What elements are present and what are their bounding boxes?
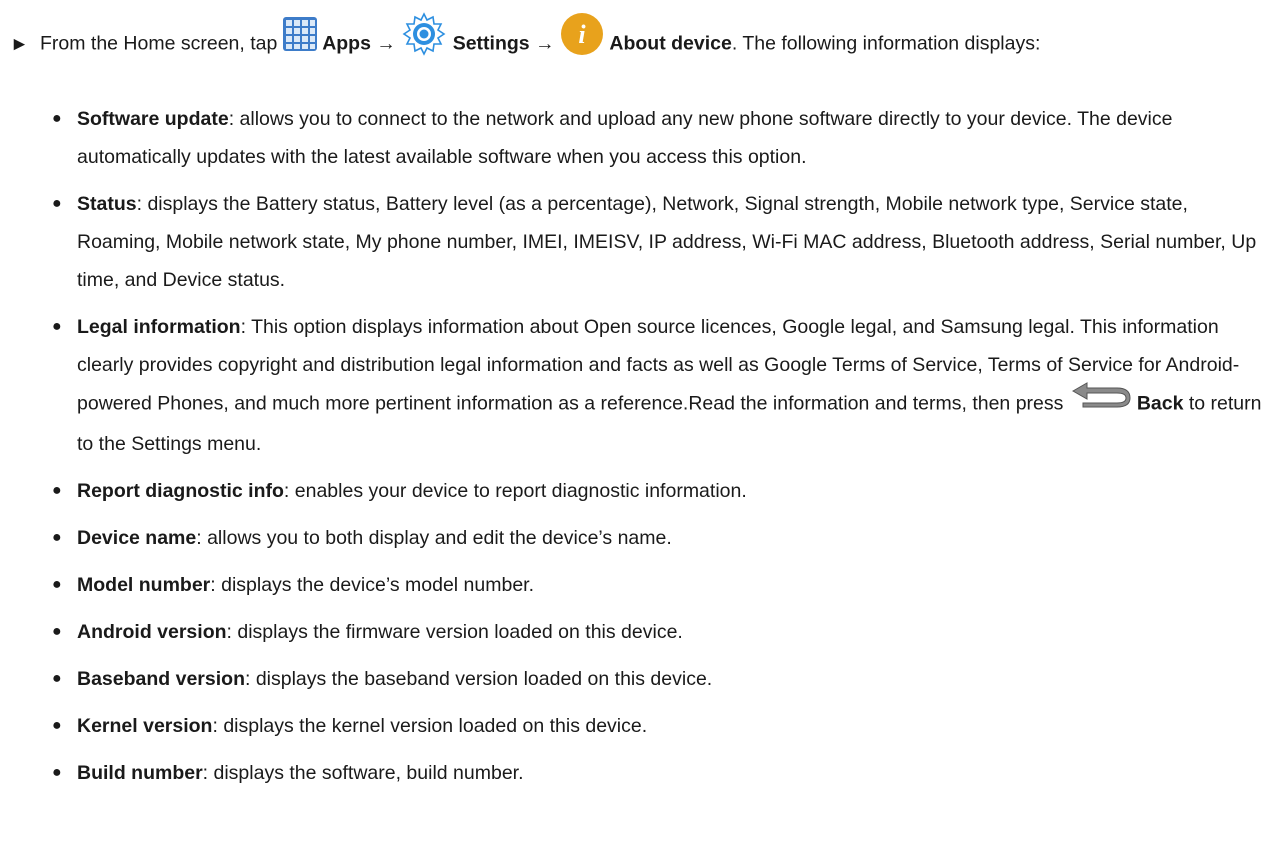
item-desc: : displays the baseband version loaded o… <box>244 668 713 690</box>
item-term: Device name <box>77 527 197 549</box>
intro-pre-text: From the Home screen, tap <box>40 32 278 55</box>
item-desc: : enables your device to report diagnost… <box>283 480 747 502</box>
item-term: Status <box>77 193 137 215</box>
list-item: ● Legal information: This option displays… <box>52 308 1262 463</box>
item-term: Build number <box>77 762 203 784</box>
item-desc: : This option displays information about… <box>77 316 1240 415</box>
bullet: ● <box>52 318 62 335</box>
list-item: ● Kernel version: displays the kernel ver… <box>52 707 1262 745</box>
list-item: ● Build number: displays the software, bu… <box>52 754 1262 792</box>
item-term: Report diagnostic info <box>77 480 284 502</box>
item-term: Baseband version <box>77 668 245 690</box>
back-arrow-icon <box>1071 381 1133 422</box>
back-label: Back <box>1136 392 1184 415</box>
instruction-step: ► From the Home screen, tap Apps → Settin… <box>10 11 1250 75</box>
bullet: ● <box>52 529 62 546</box>
item-desc: : displays the firmware version loaded o… <box>226 621 683 643</box>
arrow-separator: → <box>535 32 555 55</box>
bullet: ● <box>52 110 62 127</box>
bullet: ● <box>52 717 62 734</box>
about-device-label: About device <box>609 32 732 55</box>
cropped-heading-fragment <box>0 0 40 3</box>
item-term: Legal information <box>77 316 241 338</box>
list-item: ● Android version: displays the firmware … <box>52 613 1262 651</box>
item-term: Kernel version <box>77 715 213 737</box>
bullet: ● <box>52 623 62 640</box>
item-desc: : displays the Battery status, Battery l… <box>77 193 1257 291</box>
list-item: ● Baseband version: displays the baseband… <box>52 660 1262 698</box>
bullet: ● <box>52 482 62 499</box>
item-desc: : displays the device’s model number. <box>210 574 534 596</box>
apps-label: Apps <box>322 32 371 55</box>
list-item: ● Model number: displays the device’s mod… <box>52 566 1262 604</box>
list-item: ● Report diagnostic info: enables your de… <box>52 472 1262 510</box>
item-term: Android version <box>77 621 227 643</box>
item-desc: : allows you to connect to the network a… <box>77 108 1173 168</box>
item-desc: : allows you to both display and edit th… <box>196 527 672 549</box>
item-term: Model number <box>77 574 211 596</box>
bullet: ● <box>52 576 62 593</box>
item-term: Software update <box>77 108 229 130</box>
svg-text:i: i <box>578 20 586 49</box>
item-desc: : displays the software, build number. <box>202 762 524 784</box>
arrow-separator: → <box>376 32 396 55</box>
settings-label: Settings <box>452 32 530 55</box>
about-device-info-list: ● Software update: allows you to connect … <box>52 100 1262 801</box>
item-desc: : displays the kernel version loaded on … <box>212 715 648 737</box>
bullet: ● <box>52 670 62 687</box>
step-arrow-icon: ► <box>10 33 29 55</box>
list-item: ● Device name: allows you to both display… <box>52 519 1262 557</box>
intro-post-text: . The following information displays: <box>731 32 1041 55</box>
list-item: ● Software update: allows you to connect … <box>52 100 1262 176</box>
bullet: ● <box>52 764 62 781</box>
list-item: ● Status: displays the Battery status, Ba… <box>52 185 1262 299</box>
info-icon: i <box>560 12 604 71</box>
apps-grid-icon <box>282 17 317 66</box>
bullet: ● <box>52 195 62 212</box>
settings-gear-icon <box>401 11 447 72</box>
